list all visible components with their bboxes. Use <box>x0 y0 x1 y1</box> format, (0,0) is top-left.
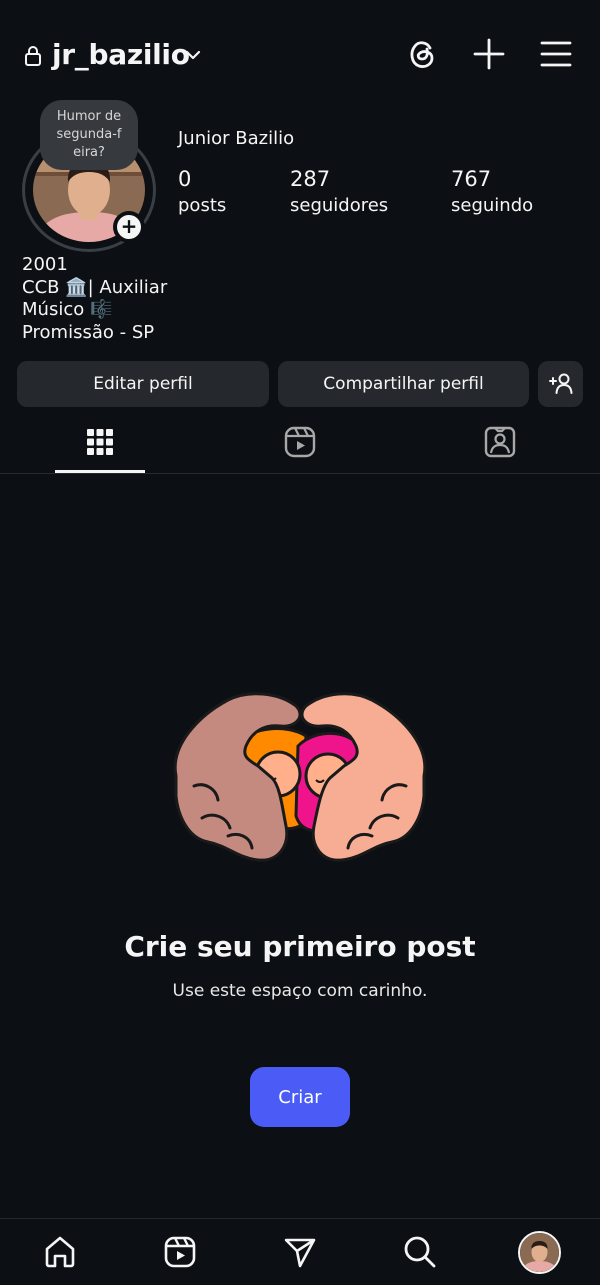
chevron-down-icon[interactable] <box>184 46 202 64</box>
stat-label: seguindo <box>451 195 534 216</box>
add-person-icon <box>548 373 572 394</box>
share-profile-button[interactable]: Compartilhar perfil <box>278 361 529 407</box>
menu-icon[interactable] <box>538 36 574 72</box>
empty-state-subtitle: Use este espaço com carinho. <box>172 981 428 1001</box>
plus-icon[interactable] <box>471 36 507 72</box>
username[interactable]: jr_bazilio <box>52 38 190 71</box>
bottom-nav <box>0 1218 600 1285</box>
reels-icon[interactable] <box>282 424 318 460</box>
profile-avatar[interactable] <box>518 1231 561 1274</box>
active-tab-indicator <box>55 470 145 473</box>
home-icon[interactable] <box>42 1234 78 1270</box>
tagged-icon[interactable] <box>482 424 518 460</box>
bio-line: Músico 🎼 <box>22 299 113 320</box>
bio-line: 2001 <box>22 254 68 275</box>
send-icon[interactable] <box>282 1234 318 1270</box>
reels-icon[interactable] <box>162 1234 198 1270</box>
note-bubble[interactable]: Humor de segunda-f eira? <box>40 100 138 170</box>
bio-line: CCB 🏛️| Auxiliar <box>22 276 168 298</box>
threads-icon[interactable] <box>404 36 440 72</box>
grid-icon[interactable] <box>82 424 118 460</box>
search-icon[interactable] <box>402 1234 438 1270</box>
stat-posts: 0 posts <box>178 166 226 220</box>
stat-label: seguidores <box>290 195 389 216</box>
plus-icon: + <box>117 215 141 239</box>
discover-people-button[interactable] <box>538 361 583 407</box>
heart-hands-illustration <box>173 692 427 862</box>
stat-following[interactable]: 767 seguindo <box>451 166 533 220</box>
stat-value: 767 <box>451 167 492 191</box>
profile-tabs <box>0 414 600 474</box>
stat-label: posts <box>178 195 227 216</box>
add-story-button[interactable]: + <box>113 211 145 243</box>
avatar-photo <box>520 1233 559 1272</box>
stat-value: 287 <box>290 167 331 191</box>
empty-state-title: Crie seu primeiro post <box>124 930 476 963</box>
note-text: Humor de segunda-f eira? <box>56 109 122 160</box>
edit-profile-button[interactable]: Editar perfil <box>17 361 269 407</box>
lock-icon <box>25 46 41 66</box>
stat-value: 0 <box>178 167 192 191</box>
bio-line: Promissão - SP <box>22 321 155 343</box>
header: jr_bazilio <box>0 0 600 112</box>
display-name: Junior Bazilio <box>178 128 295 149</box>
stat-followers[interactable]: 287 seguidores <box>290 166 388 220</box>
create-post-button[interactable]: Criar <box>250 1067 350 1127</box>
bio: 2001 CCB 🏛️| Auxiliar Músico 🎼 Promissão… <box>22 254 167 344</box>
